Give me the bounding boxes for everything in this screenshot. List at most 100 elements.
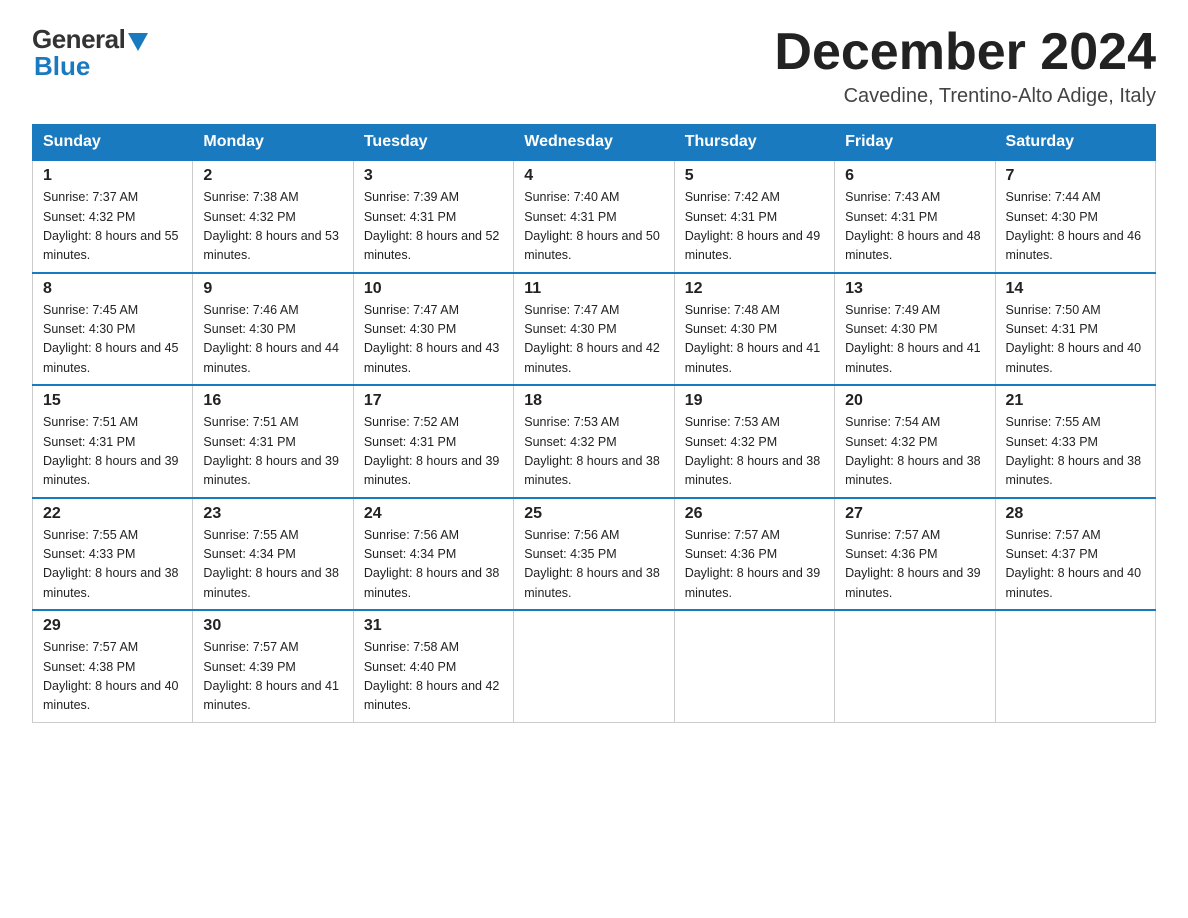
day-info: Sunrise: 7:47 AMSunset: 4:30 PMDaylight:…: [364, 303, 500, 375]
day-info: Sunrise: 7:55 AMSunset: 4:33 PMDaylight:…: [43, 528, 179, 600]
day-info: Sunrise: 7:52 AMSunset: 4:31 PMDaylight:…: [364, 415, 500, 487]
table-row: 26 Sunrise: 7:57 AMSunset: 4:36 PMDaylig…: [674, 498, 834, 611]
calendar-week-row: 8 Sunrise: 7:45 AMSunset: 4:30 PMDayligh…: [33, 273, 1156, 386]
day-number: 31: [364, 617, 503, 635]
day-info: Sunrise: 7:57 AMSunset: 4:37 PMDaylight:…: [1006, 528, 1142, 600]
header-tuesday: Tuesday: [353, 125, 513, 161]
day-number: 7: [1006, 167, 1145, 185]
day-number: 3: [364, 167, 503, 185]
day-number: 2: [203, 167, 342, 185]
table-row: 29 Sunrise: 7:57 AMSunset: 4:38 PMDaylig…: [33, 610, 193, 722]
logo: General Blue: [32, 24, 148, 82]
day-info: Sunrise: 7:38 AMSunset: 4:32 PMDaylight:…: [203, 190, 339, 262]
day-number: 1: [43, 167, 182, 185]
table-row: 12 Sunrise: 7:48 AMSunset: 4:30 PMDaylig…: [674, 273, 834, 386]
header-friday: Friday: [835, 125, 995, 161]
day-info: Sunrise: 7:56 AMSunset: 4:35 PMDaylight:…: [524, 528, 660, 600]
logo-arrow-icon: [128, 33, 148, 51]
day-number: 28: [1006, 505, 1145, 523]
calendar-week-row: 1 Sunrise: 7:37 AMSunset: 4:32 PMDayligh…: [33, 160, 1156, 273]
calendar-week-row: 29 Sunrise: 7:57 AMSunset: 4:38 PMDaylig…: [33, 610, 1156, 722]
day-number: 20: [845, 392, 984, 410]
day-number: 4: [524, 167, 663, 185]
table-row: [995, 610, 1155, 722]
day-number: 6: [845, 167, 984, 185]
table-row: [514, 610, 674, 722]
day-info: Sunrise: 7:50 AMSunset: 4:31 PMDaylight:…: [1006, 303, 1142, 375]
day-info: Sunrise: 7:45 AMSunset: 4:30 PMDaylight:…: [43, 303, 179, 375]
calendar-header-row: Sunday Monday Tuesday Wednesday Thursday…: [33, 125, 1156, 161]
header-thursday: Thursday: [674, 125, 834, 161]
day-number: 5: [685, 167, 824, 185]
table-row: 23 Sunrise: 7:55 AMSunset: 4:34 PMDaylig…: [193, 498, 353, 611]
day-info: Sunrise: 7:51 AMSunset: 4:31 PMDaylight:…: [203, 415, 339, 487]
day-info: Sunrise: 7:48 AMSunset: 4:30 PMDaylight:…: [685, 303, 821, 375]
page-header: General Blue December 2024 Cavedine, Tre…: [32, 24, 1156, 108]
header-sunday: Sunday: [33, 125, 193, 161]
day-info: Sunrise: 7:53 AMSunset: 4:32 PMDaylight:…: [685, 415, 821, 487]
day-info: Sunrise: 7:54 AMSunset: 4:32 PMDaylight:…: [845, 415, 981, 487]
day-number: 21: [1006, 392, 1145, 410]
header-saturday: Saturday: [995, 125, 1155, 161]
table-row: 4 Sunrise: 7:40 AMSunset: 4:31 PMDayligh…: [514, 160, 674, 273]
table-row: 3 Sunrise: 7:39 AMSunset: 4:31 PMDayligh…: [353, 160, 513, 273]
table-row: 13 Sunrise: 7:49 AMSunset: 4:30 PMDaylig…: [835, 273, 995, 386]
day-info: Sunrise: 7:55 AMSunset: 4:34 PMDaylight:…: [203, 528, 339, 600]
table-row: 10 Sunrise: 7:47 AMSunset: 4:30 PMDaylig…: [353, 273, 513, 386]
table-row: 15 Sunrise: 7:51 AMSunset: 4:31 PMDaylig…: [33, 385, 193, 498]
table-row: 19 Sunrise: 7:53 AMSunset: 4:32 PMDaylig…: [674, 385, 834, 498]
table-row: 21 Sunrise: 7:55 AMSunset: 4:33 PMDaylig…: [995, 385, 1155, 498]
day-info: Sunrise: 7:42 AMSunset: 4:31 PMDaylight:…: [685, 190, 821, 262]
calendar-week-row: 22 Sunrise: 7:55 AMSunset: 4:33 PMDaylig…: [33, 498, 1156, 611]
day-number: 23: [203, 505, 342, 523]
day-info: Sunrise: 7:55 AMSunset: 4:33 PMDaylight:…: [1006, 415, 1142, 487]
table-row: 27 Sunrise: 7:57 AMSunset: 4:36 PMDaylig…: [835, 498, 995, 611]
day-info: Sunrise: 7:58 AMSunset: 4:40 PMDaylight:…: [364, 640, 500, 712]
calendar-week-row: 15 Sunrise: 7:51 AMSunset: 4:31 PMDaylig…: [33, 385, 1156, 498]
day-info: Sunrise: 7:53 AMSunset: 4:32 PMDaylight:…: [524, 415, 660, 487]
page-title: December 2024: [774, 24, 1156, 81]
table-row: 20 Sunrise: 7:54 AMSunset: 4:32 PMDaylig…: [835, 385, 995, 498]
table-row: 11 Sunrise: 7:47 AMSunset: 4:30 PMDaylig…: [514, 273, 674, 386]
day-number: 19: [685, 392, 824, 410]
day-info: Sunrise: 7:46 AMSunset: 4:30 PMDaylight:…: [203, 303, 339, 375]
day-info: Sunrise: 7:57 AMSunset: 4:39 PMDaylight:…: [203, 640, 339, 712]
day-number: 11: [524, 280, 663, 298]
day-number: 14: [1006, 280, 1145, 298]
table-row: 9 Sunrise: 7:46 AMSunset: 4:30 PMDayligh…: [193, 273, 353, 386]
logo-blue-text: Blue: [32, 51, 90, 82]
day-number: 10: [364, 280, 503, 298]
day-number: 24: [364, 505, 503, 523]
day-info: Sunrise: 7:57 AMSunset: 4:36 PMDaylight:…: [845, 528, 981, 600]
day-info: Sunrise: 7:44 AMSunset: 4:30 PMDaylight:…: [1006, 190, 1142, 262]
day-number: 15: [43, 392, 182, 410]
table-row: 24 Sunrise: 7:56 AMSunset: 4:34 PMDaylig…: [353, 498, 513, 611]
table-row: 17 Sunrise: 7:52 AMSunset: 4:31 PMDaylig…: [353, 385, 513, 498]
day-number: 22: [43, 505, 182, 523]
table-row: [835, 610, 995, 722]
table-row: 1 Sunrise: 7:37 AMSunset: 4:32 PMDayligh…: [33, 160, 193, 273]
table-row: [674, 610, 834, 722]
table-row: 28 Sunrise: 7:57 AMSunset: 4:37 PMDaylig…: [995, 498, 1155, 611]
day-number: 26: [685, 505, 824, 523]
table-row: 30 Sunrise: 7:57 AMSunset: 4:39 PMDaylig…: [193, 610, 353, 722]
header-monday: Monday: [193, 125, 353, 161]
day-number: 16: [203, 392, 342, 410]
day-number: 18: [524, 392, 663, 410]
table-row: 18 Sunrise: 7:53 AMSunset: 4:32 PMDaylig…: [514, 385, 674, 498]
day-info: Sunrise: 7:43 AMSunset: 4:31 PMDaylight:…: [845, 190, 981, 262]
table-row: 7 Sunrise: 7:44 AMSunset: 4:30 PMDayligh…: [995, 160, 1155, 273]
header-wednesday: Wednesday: [514, 125, 674, 161]
day-info: Sunrise: 7:57 AMSunset: 4:36 PMDaylight:…: [685, 528, 821, 600]
day-number: 9: [203, 280, 342, 298]
day-number: 13: [845, 280, 984, 298]
day-number: 17: [364, 392, 503, 410]
table-row: 8 Sunrise: 7:45 AMSunset: 4:30 PMDayligh…: [33, 273, 193, 386]
day-info: Sunrise: 7:49 AMSunset: 4:30 PMDaylight:…: [845, 303, 981, 375]
day-number: 27: [845, 505, 984, 523]
table-row: 16 Sunrise: 7:51 AMSunset: 4:31 PMDaylig…: [193, 385, 353, 498]
day-number: 25: [524, 505, 663, 523]
table-row: 6 Sunrise: 7:43 AMSunset: 4:31 PMDayligh…: [835, 160, 995, 273]
day-info: Sunrise: 7:47 AMSunset: 4:30 PMDaylight:…: [524, 303, 660, 375]
day-info: Sunrise: 7:57 AMSunset: 4:38 PMDaylight:…: [43, 640, 179, 712]
